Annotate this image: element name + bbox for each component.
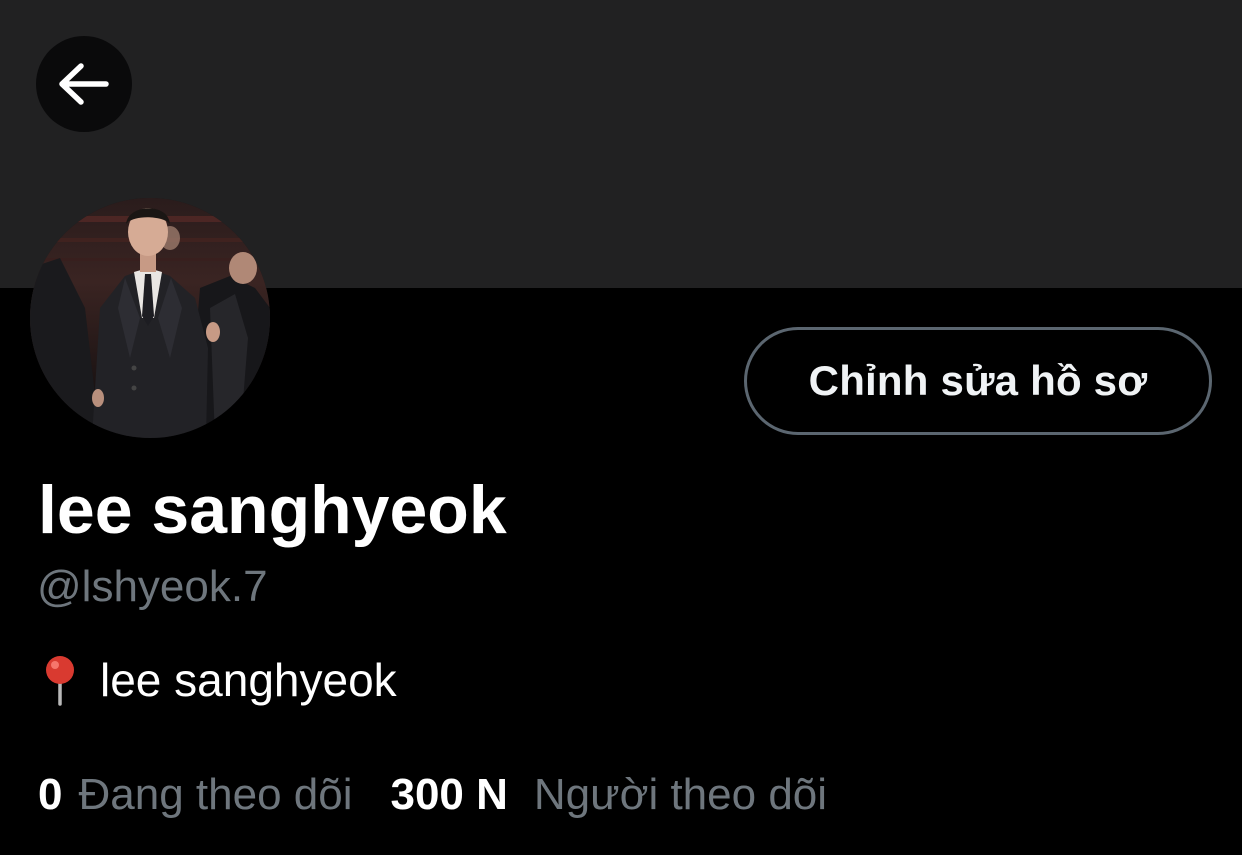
back-button[interactable] <box>36 36 132 132</box>
following-label: Đang theo dõi <box>78 770 353 819</box>
following-link[interactable]: 0 Đang theo dõi <box>38 768 352 822</box>
following-count: 0 <box>38 770 63 819</box>
user-handle: @lshyeok.7 <box>37 562 268 611</box>
follow-stats: 0 Đang theo dõi 300 N Người theo dõi <box>38 768 827 822</box>
round-pushpin-icon <box>40 654 80 706</box>
display-name: lee sanghyeok <box>38 472 507 548</box>
followers-count: 300 N <box>390 770 508 819</box>
arrow-left-icon <box>58 62 110 106</box>
bio-text: lee sanghyeok <box>100 654 397 706</box>
bio: lee sanghyeok <box>40 652 397 708</box>
edit-profile-button[interactable]: Chỉnh sửa hồ sơ <box>744 327 1212 435</box>
avatar[interactable] <box>30 198 270 438</box>
followers-label: Người theo dõi <box>533 770 828 819</box>
followers-link[interactable]: 300 N Người theo dõi <box>390 768 827 822</box>
